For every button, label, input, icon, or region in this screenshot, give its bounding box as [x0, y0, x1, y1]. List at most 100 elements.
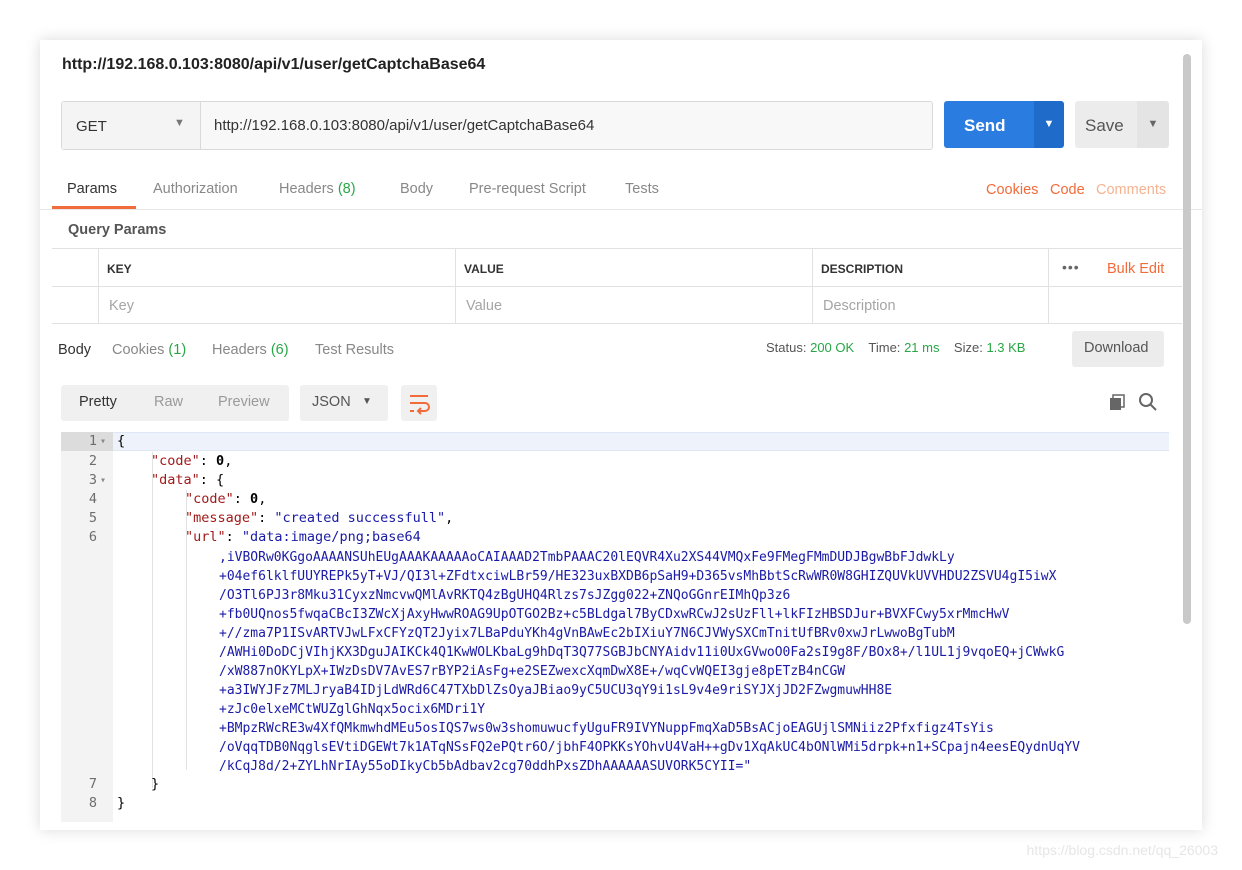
comments-link[interactable]: Comments — [1096, 182, 1166, 198]
preview-button[interactable]: Preview — [218, 394, 270, 410]
json-string-segment: /xW887nOKYLpX+IWzDsDV7AvES7rBYP2iAsFg+e2… — [219, 664, 846, 679]
json-string-segment: +zJc0elxeMCtWUZglGhNqx5ocix6MDri1Y — [219, 702, 486, 717]
request-url-bar: GET ▼ http://192.168.0.103:8080/api/v1/u… — [61, 101, 933, 150]
fold-toggle-icon[interactable]: ▾ — [100, 436, 106, 447]
response-tab-cookies-label: Cookies — [112, 342, 165, 358]
json-line: "code": 0, — [151, 453, 232, 469]
headers-count: (8) — [337, 181, 356, 197]
json-number: 0 — [216, 453, 225, 469]
tab-prerequest-script[interactable]: Pre-request Script — [469, 181, 586, 197]
json-punct: : — [233, 491, 251, 507]
format-label: JSON — [312, 394, 351, 410]
json-number: 0 — [250, 491, 259, 507]
cookies-count: (1) — [168, 342, 187, 358]
response-tab-test-results[interactable]: Test Results — [315, 342, 394, 358]
json-punct: , — [445, 510, 454, 526]
response-tab-headers-label: Headers — [212, 342, 267, 358]
json-line: } — [151, 776, 160, 792]
json-string: "data:image/png;base64 — [241, 529, 421, 545]
more-options-icon[interactable]: ••• — [1062, 259, 1080, 275]
query-params-title: Query Params — [68, 222, 167, 238]
chevron-down-icon: ▼ — [174, 117, 185, 129]
tab-tests[interactable]: Tests — [625, 181, 659, 197]
status-value: 200 OK — [810, 340, 855, 355]
json-line: { — [117, 433, 126, 449]
tab-body[interactable]: Body — [400, 181, 433, 197]
tab-authorization[interactable]: Authorization — [153, 181, 238, 197]
table-divider — [52, 286, 1182, 287]
json-string-segment: +BMpzRWcRE3w4XfQMkmwhdMEu5osIQS7ws0w3sho… — [219, 721, 994, 736]
json-string-segment: /O3Tl6PJ3r8Mku31CyxzNmcvwQMlAvRKTQ4zBgUH… — [219, 588, 791, 603]
json-string-segment: /AWHi0DoDCjVIhjKX3DguJAIKCk4Q1KwWOLKbaLg… — [219, 645, 1065, 660]
json-key: "code" — [151, 453, 200, 469]
json-punct: , — [224, 453, 233, 469]
column-value: VALUE — [464, 262, 504, 276]
size-value: 1.3 KB — [986, 340, 1026, 355]
code-link[interactable]: Code — [1050, 182, 1085, 198]
column-description: DESCRIPTION — [821, 262, 904, 276]
tab-params[interactable]: Params — [67, 181, 117, 197]
fold-toggle-icon[interactable]: ▾ — [100, 475, 106, 486]
json-punct: , — [258, 491, 267, 507]
json-string-segment: +a3IWYJFz7MLJryaB4IDjLdWRd6C47TXbDlZsOya… — [219, 683, 893, 698]
send-button[interactable]: Send — [944, 101, 1034, 148]
time-value: 21 ms — [904, 340, 940, 355]
wrap-lines-button[interactable] — [401, 385, 437, 421]
line-number: 4 — [88, 491, 97, 507]
response-status: Status: 200 OK Time: 21 ms Size: 1.3 KB — [766, 340, 1025, 355]
response-tab-headers[interactable]: Headers (6) — [212, 342, 289, 358]
time-label: Time: — [868, 340, 901, 355]
line-number: 5 — [88, 510, 97, 526]
method-select[interactable]: GET ▼ — [62, 102, 201, 149]
vertical-scrollbar[interactable] — [1183, 54, 1191, 624]
response-tab-cookies[interactable]: Cookies (1) — [112, 342, 186, 358]
search-icon[interactable] — [1138, 392, 1158, 412]
copy-icon[interactable] — [1108, 394, 1126, 412]
json-string-segment: +04ef6lklfUUYREPk5yT+VJ/QI3l+ZFdtxciwLBr… — [219, 569, 1057, 584]
tab-headers-label: Headers — [279, 181, 334, 197]
download-label: Download — [1084, 340, 1149, 356]
value-input[interactable]: Value — [466, 298, 502, 314]
method-label: GET — [76, 118, 107, 135]
response-body-editor[interactable]: 1 ▾ 2 3 ▾ 4 5 6 7 8 { "code": 0, "data":… — [61, 432, 1169, 822]
json-key: "url" — [185, 529, 226, 545]
line-number: 1 — [88, 433, 97, 449]
response-tab-body[interactable]: Body — [58, 342, 91, 358]
format-select[interactable]: JSON ▼ — [300, 385, 388, 421]
pretty-button[interactable]: Pretty — [79, 394, 117, 410]
url-string-wrapped: ,iVBORw0KGgoAAAANSUhEUgAAAKAAAAAoCAIAAAD… — [219, 548, 1080, 776]
url-input[interactable]: http://192.168.0.103:8080/api/v1/user/ge… — [214, 117, 594, 134]
json-line: "url": "data:image/png;base64 — [185, 529, 421, 545]
bulk-edit-link[interactable]: Bulk Edit — [1107, 261, 1164, 277]
raw-button[interactable]: Raw — [154, 394, 183, 410]
request-title: http://192.168.0.103:8080/api/v1/user/ge… — [62, 56, 486, 73]
json-key: "code" — [185, 491, 234, 507]
line-number: 6 — [88, 529, 97, 545]
json-punct: : — [258, 510, 275, 526]
indent-guide — [152, 452, 153, 788]
line-number: 3 — [88, 472, 97, 488]
cookies-link[interactable]: Cookies — [986, 182, 1038, 198]
json-line: } — [117, 795, 126, 811]
json-line: "data": { — [151, 472, 224, 488]
line-number: 8 — [88, 795, 97, 811]
json-line: "message": "created successfull", — [185, 510, 453, 526]
watermark: https://blog.csdn.net/qq_26003 — [1026, 842, 1218, 858]
tab-headers[interactable]: Headers (8) — [279, 181, 356, 197]
line-number: 2 — [88, 453, 97, 469]
download-button[interactable]: Download — [1072, 331, 1164, 367]
json-string-segment: /kCqJ8d/2+ZYLhNrIAy55oDIkyCb5bAdbav2cg70… — [219, 759, 752, 774]
json-string-segment: ,iVBORw0KGgoAAAANSUhEUgAAAKAAAAAoCAIAAAD… — [219, 550, 955, 565]
key-input[interactable]: Key — [109, 298, 134, 314]
response-headers-count: (6) — [270, 342, 289, 358]
send-options-chevron-down-icon[interactable]: ▼ — [1034, 101, 1064, 148]
json-string-segment: +//zma7P1ISvARTVJwLFxCFYzQT2Jyix7LBaPduY… — [219, 626, 955, 641]
description-input[interactable]: Description — [823, 298, 896, 314]
save-options-chevron-down-icon[interactable]: ▼ — [1137, 101, 1169, 148]
size-label: Size: — [953, 340, 983, 355]
json-string-segment: +fb0UQnos5fwqaCBcI3ZWcXjAxyHwwROAG9UpOTG… — [219, 607, 1010, 622]
query-params-table: KEY VALUE DESCRIPTION ••• Bulk Edit Key … — [52, 248, 1182, 324]
save-button[interactable]: Save — [1075, 101, 1137, 148]
status-label: Status: — [766, 340, 807, 355]
view-mode-group: Pretty Raw Preview — [61, 385, 289, 421]
